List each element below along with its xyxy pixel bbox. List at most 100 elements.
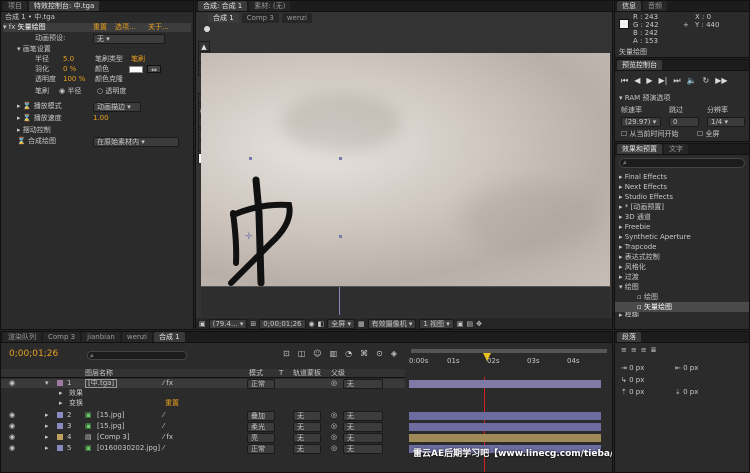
- expand-icon[interactable]: ▸: [45, 433, 49, 442]
- tab-composition[interactable]: 合成: 合成 1: [198, 1, 248, 11]
- effects-category-next[interactable]: ▸ Next Effects: [615, 182, 749, 192]
- indent-right[interactable]: ⇤ 0 px: [675, 364, 698, 373]
- pickwhip-icon[interactable]: ◎: [331, 433, 337, 442]
- radio-radius[interactable]: ◉ 半径: [59, 87, 81, 96]
- radio-opacity[interactable]: ○ 透明度: [97, 87, 126, 96]
- label-color[interactable]: [57, 434, 63, 440]
- tab-timeline-comp1[interactable]: 合成 1: [153, 332, 185, 342]
- tab-audio[interactable]: 音频: [643, 1, 667, 11]
- tab-render-queue[interactable]: 渲染队列: [3, 332, 41, 342]
- audio-icon[interactable]: 🔈: [687, 76, 697, 86]
- visibility-icon[interactable]: ◉: [9, 444, 15, 453]
- effects-category-freebie[interactable]: ▸ Freebie: [615, 222, 749, 232]
- space-before[interactable]: ⇡ 0 px: [621, 388, 644, 397]
- label-color[interactable]: [57, 445, 63, 451]
- preset-dropdown[interactable]: 无 ▾: [93, 34, 165, 44]
- layer-name[interactable]: [0160030202.jpg]: [97, 444, 160, 453]
- space-after[interactable]: ⇣ 0 px: [675, 388, 698, 397]
- layer-parent[interactable]: 无: [343, 422, 383, 432]
- effects-category-trapcode[interactable]: ▸ Trapcode: [615, 242, 749, 252]
- layer-mode[interactable]: 亮: [247, 433, 275, 443]
- breadcrumb-wenzi[interactable]: wenzi: [281, 12, 312, 23]
- layer-row-2[interactable]: ◉ ▸ 2 ▣ [15.jpg] ⁄ 叠加 无 ◎ 无: [1, 411, 405, 421]
- brush-type-value[interactable]: 笔刷: [131, 55, 145, 64]
- indent-left[interactable]: ⇥ 0 px: [621, 364, 644, 373]
- playback-speed-row[interactable]: ▸ ⌛ 播放速度: [17, 114, 62, 123]
- expand-icon[interactable]: ▸: [59, 399, 63, 408]
- effects-category-final[interactable]: ▸ Final Effects: [615, 172, 749, 182]
- ram-preview-icon[interactable]: ▶▶: [715, 76, 727, 86]
- shake-control-row[interactable]: ▸ 摆动控制: [17, 126, 51, 135]
- label-color[interactable]: [57, 412, 63, 418]
- tab-timeline-wenzi[interactable]: wenzi: [121, 332, 152, 342]
- effect-row[interactable]: ▾ fx 矢量绘图 重置 选项... 关于...: [3, 23, 191, 32]
- preview-resolution-dropdown[interactable]: 1/4 ▾: [707, 117, 745, 127]
- skip-field[interactable]: 0: [669, 117, 699, 127]
- indent-first[interactable]: ↳ 0 px: [621, 376, 644, 385]
- effects-category-transition[interactable]: ▸ 过渡: [615, 272, 749, 282]
- feather-value[interactable]: 0 %: [63, 65, 76, 74]
- expand-icon[interactable]: ▸: [59, 389, 63, 398]
- composite-dropdown[interactable]: 在原始素材内 ▾: [93, 137, 179, 147]
- safe-margins-icon[interactable]: ⊞: [250, 320, 256, 328]
- tab-timeline-jianbian[interactable]: jianbian: [82, 332, 120, 342]
- draft-3d-icon[interactable]: ◫: [298, 349, 306, 358]
- channel-icon[interactable]: ◧: [318, 320, 325, 328]
- always-preview-icon[interactable]: ▣: [199, 320, 206, 328]
- eyedropper-icon[interactable]: ⇔: [147, 65, 161, 74]
- layer-row-5[interactable]: ◉ ▸ 5 ▣ [0160030202.jpg] ⁄ 正常 无 ◎ 无: [1, 444, 405, 454]
- keyframe-icon[interactable]: ◈: [391, 349, 397, 358]
- effects-category-blur[interactable]: ▸ 模糊: [615, 312, 749, 317]
- first-frame-icon[interactable]: ⏮: [621, 76, 628, 86]
- layer-bar-3[interactable]: [409, 423, 601, 431]
- effect-vector-paint-item[interactable]: ▫ 矢量绘图: [615, 302, 749, 312]
- effects-category-3d[interactable]: ▸ 3D 通道: [615, 212, 749, 222]
- motion-blur-icon[interactable]: ◔: [345, 349, 352, 358]
- effects-category-paint[interactable]: ▾ 绘图: [615, 282, 749, 292]
- layer-name[interactable]: [15.jpg]: [97, 411, 124, 420]
- time-ruler[interactable]: 0:00s 01s 02s 03s 04s: [407, 349, 611, 377]
- label-color[interactable]: [57, 380, 63, 386]
- toggle-icon[interactable]: ▣: [457, 320, 464, 328]
- track-matte[interactable]: 无: [293, 444, 321, 454]
- shy-icon[interactable]: ☺: [313, 349, 321, 358]
- tab-character[interactable]: 文字: [664, 144, 688, 154]
- switches[interactable]: ⁄: [163, 422, 164, 431]
- effects-category-stylize[interactable]: ▸ 风格化: [615, 262, 749, 272]
- layer-row-1[interactable]: ◉ ▾ 1 [中.tga] ⁄ fx 正常 ◎ 无: [1, 379, 405, 389]
- fps-dropdown[interactable]: (29.97) ▾: [621, 117, 661, 127]
- tab-effects-presets[interactable]: 效果和预置: [617, 144, 662, 154]
- switches[interactable]: ⁄ fx: [163, 433, 173, 442]
- brainstorm-icon[interactable]: ⊙: [376, 349, 383, 358]
- layer-mode[interactable]: 正常: [247, 444, 275, 454]
- flow-icon[interactable]: ✥: [476, 320, 482, 328]
- resolution-dropdown[interactable]: 全屏 ▾: [327, 319, 355, 329]
- track-matte[interactable]: 无: [293, 411, 321, 421]
- transform-reset[interactable]: 重置: [165, 399, 179, 408]
- color-swatch[interactable]: [129, 66, 143, 73]
- layer-parent[interactable]: 无: [343, 379, 383, 389]
- switches[interactable]: ⁄: [163, 444, 164, 453]
- label-color[interactable]: [57, 423, 63, 429]
- effects-category-studio[interactable]: ▸ Studio Effects: [615, 192, 749, 202]
- layer-bar-2[interactable]: [409, 412, 601, 420]
- zoom-dropdown[interactable]: (79.4... ▾: [208, 319, 248, 329]
- layer-mode[interactable]: 叠加: [247, 411, 275, 421]
- graph-editor-icon[interactable]: ⌘: [360, 349, 368, 358]
- tab-project[interactable]: 项目: [3, 1, 27, 11]
- options-button[interactable]: 选项...: [115, 23, 136, 32]
- tab-preview[interactable]: 预览控制台: [617, 60, 662, 70]
- playback-mode-row[interactable]: ▸ ⌛ 播放模式: [17, 102, 62, 111]
- layer-row-3[interactable]: ◉ ▸ 3 ▣ [15.jpg] ⁄ 柔光 无 ◎ 无: [1, 422, 405, 432]
- ram-options[interactable]: ▾ RAM 预演选项: [619, 94, 670, 103]
- from-current-checkbox[interactable]: ☐ 从当前时间开始: [621, 130, 679, 139]
- effects-search-input[interactable]: ⌕: [619, 158, 745, 168]
- brush-settings-group[interactable]: ▾ 画笔设置: [17, 45, 51, 54]
- snapshot-icon[interactable]: ◉: [309, 320, 315, 328]
- tab-footage[interactable]: 素材: (无): [249, 1, 291, 11]
- selection-tool-icon[interactable]: ▲: [198, 41, 210, 52]
- playback-mode-dropdown[interactable]: 动画描边 ▾: [93, 102, 141, 112]
- timeline-marker-icon[interactable]: [204, 26, 210, 32]
- align-center-icon[interactable]: ≡: [631, 346, 637, 354]
- comp-mini-flow-icon[interactable]: ⊡: [283, 349, 290, 358]
